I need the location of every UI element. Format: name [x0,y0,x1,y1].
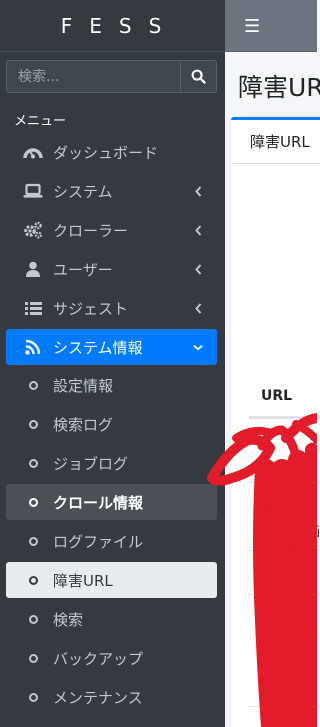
chevron-left-icon [193,185,203,197]
rss-icon [23,337,43,357]
hamburger-menu-icon[interactable]: ☰ [244,16,260,37]
circle-icon [23,375,43,395]
sidebar-item-label: システム [53,182,113,201]
sidebar-subitem-job-log[interactable]: ジョブログ [6,445,217,481]
sidebar-subitem-backup[interactable]: バックアップ [6,640,217,676]
chevron-left-icon [193,263,203,275]
sidebar-subitem-failure-url[interactable]: 障害URL [6,562,217,598]
top-navbar: ☰ [225,0,317,52]
sidebar-subitem-label: 障害URL [53,571,113,590]
laptop-icon [23,181,43,201]
sidebar-item-label: ユーザー [53,260,113,279]
table-cell: 9 [309,609,318,624]
brand-name: FESS [60,13,179,38]
circle-icon [23,453,43,473]
chevron-left-icon [193,224,203,236]
cogs-icon [23,220,43,240]
table-cell: smb [261,717,289,727]
list-icon [23,298,43,318]
column-header-label: URL [261,387,293,404]
table-row[interactable]: smb [249,706,320,727]
sidebar-item-label: サジェスト [53,299,129,318]
sidebar-search [6,60,217,93]
page-title: 障害UR [238,73,320,102]
table-cell: 9 [309,433,318,448]
sidebar-item-system-info[interactable]: システム情報 [6,329,217,365]
sidebar-subitem-maintenance[interactable]: メンテナンス [6,679,217,715]
chevron-left-icon [193,302,203,314]
sidebar-subitem-label: クロール情報 [53,493,144,512]
sidebar-item-system[interactable]: システム [6,173,217,209]
circle-icon [23,609,43,629]
sidebar-subitem-label: 設定情報 [53,376,114,395]
sidebar-subitem-label: バックアップ [53,649,144,668]
sidebar-subitem-label: 検索 [53,610,84,629]
search-input[interactable] [6,60,180,93]
search-icon [191,69,206,84]
sidebar-subitem-label: メンテナンス [53,688,143,707]
sidebar-subitem-label: ログファイル [53,532,144,551]
sidebar-subitem-label: ジョブログ [53,454,129,473]
sidebar-item-label: ダッシュボード [53,143,159,162]
circle-icon [23,531,43,551]
table-row[interactable]: 9 X [249,594,320,706]
user-icon [23,259,43,279]
table-cell: 9 [309,501,318,516]
sidebar-item-crawler[interactable]: クローラー [6,212,217,248]
sidebar-subitem-config-info[interactable]: 設定情報 [6,367,217,403]
table-row[interactable]: 9 [249,550,320,594]
circle-icon [23,687,43,707]
sidebar-item-user[interactable]: ユーザー [6,251,217,287]
card-title: 障害URL [250,133,310,151]
sidebar-item-dashboard[interactable]: ダッシュボード [6,134,217,170]
sidebar-item-label: システム情報 [53,338,143,357]
table-cell: X [309,629,318,644]
brand-logo[interactable]: FESS [0,0,225,52]
column-header-url[interactable]: URL [249,375,320,418]
sidebar-item-suggest[interactable]: サジェスト [6,290,217,326]
circle-icon [23,570,43,590]
dashboard-gauge-icon [23,142,43,162]
circle-icon [23,414,43,434]
sidebar-subitem-search-log[interactable]: 検索ログ [6,406,217,442]
table-row[interactable]: 9 画 [249,482,320,550]
table-cell: 画 [307,525,320,540]
sidebar-subitem-crawl-info[interactable]: クロール情報 [6,484,217,520]
sidebar-subitem-label: 検索ログ [53,415,114,434]
sidebar-item-label: クローラー [53,221,129,240]
card-header: 障害URL [231,120,320,164]
chevron-down-icon [193,344,203,351]
circle-icon [23,492,43,512]
search-button[interactable] [180,60,217,93]
sidebar-subitem-log-file[interactable]: ログファイル [6,523,217,559]
table-cell: 9 [309,565,318,580]
table-row[interactable]: 9 [249,418,320,482]
circle-icon [23,648,43,668]
menu-header: メニュー [14,114,67,129]
sidebar-subitem-search[interactable]: 検索 [6,601,217,637]
